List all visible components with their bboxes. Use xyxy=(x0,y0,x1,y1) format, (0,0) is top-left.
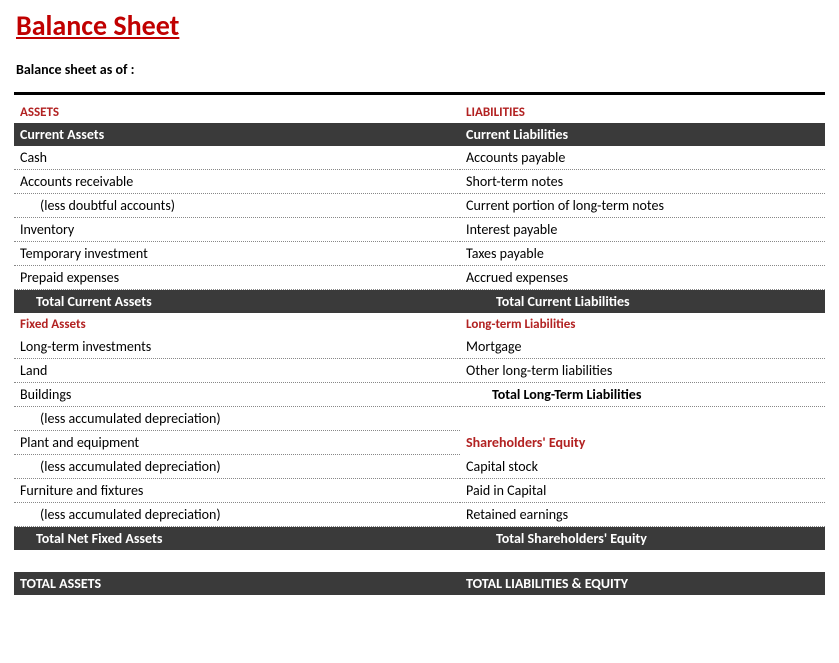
liability-item: Other long-term liabilities xyxy=(460,359,825,383)
asset-item: Accounts receivable xyxy=(14,170,460,194)
asset-item-indent: (less accumulated depreciation) xyxy=(14,407,460,431)
fixed-assets-label: Fixed Assets xyxy=(14,313,460,335)
asset-item: Buildings xyxy=(14,383,460,407)
asset-item-indent: (less accumulated depreciation) xyxy=(14,455,460,479)
total-current-assets: Total Current Assets xyxy=(14,290,460,314)
shareholders-equity-label: Shareholders' Equity xyxy=(460,431,825,455)
asset-item: Land xyxy=(14,359,460,383)
liability-item: Interest payable xyxy=(460,218,825,242)
assets-header: ASSETS xyxy=(14,101,460,123)
liability-item: Mortgage xyxy=(460,335,825,359)
liabilities-header: LIABILITIES xyxy=(460,101,825,123)
equity-item: Paid in Capital xyxy=(460,479,825,503)
longterm-liabilities-label: Long-term Liabilities xyxy=(460,313,825,335)
asset-item: Furniture and fixtures xyxy=(14,479,460,503)
total-net-fixed-assets: Total Net Fixed Assets xyxy=(14,527,460,551)
current-liabilities-label: Current Liabilities xyxy=(460,123,825,146)
asset-item: Temporary investment xyxy=(14,242,460,266)
total-shareholders-equity: Total Shareholders' Equity xyxy=(460,527,825,551)
page-title: Balance Sheet xyxy=(16,8,825,43)
asset-item: Long-term investments xyxy=(14,335,460,359)
liability-item: Accounts payable xyxy=(460,146,825,170)
liability-item: Short-term notes xyxy=(460,170,825,194)
total-longterm-liabilities: Total Long-Term Liabilities xyxy=(460,383,825,407)
current-assets-label: Current Assets xyxy=(14,123,460,146)
top-rule xyxy=(14,92,825,95)
total-assets: TOTAL ASSETS xyxy=(14,572,460,595)
balance-sheet-table: ASSETS LIABILITIES Current Assets Curren… xyxy=(14,101,825,595)
asset-item: Plant and equipment xyxy=(14,431,460,455)
liability-item: Current portion of long-term notes xyxy=(460,194,825,218)
asset-item-indent: (less accumulated depreciation) xyxy=(14,503,460,527)
total-current-liabilities: Total Current Liabilities xyxy=(460,290,825,314)
equity-item: Retained earnings xyxy=(460,503,825,527)
asset-item: Prepaid expenses xyxy=(14,266,460,290)
asset-item-indent: (less doubtful accounts) xyxy=(14,194,460,218)
asset-item: Inventory xyxy=(14,218,460,242)
liability-item: Taxes payable xyxy=(460,242,825,266)
asset-item: Cash xyxy=(14,146,460,170)
as-of-label: Balance sheet as of : xyxy=(16,61,825,78)
equity-item: Capital stock xyxy=(460,455,825,479)
total-liabilities-equity: TOTAL LIABILITIES & EQUITY xyxy=(460,572,825,595)
liability-item: Accrued expenses xyxy=(460,266,825,290)
